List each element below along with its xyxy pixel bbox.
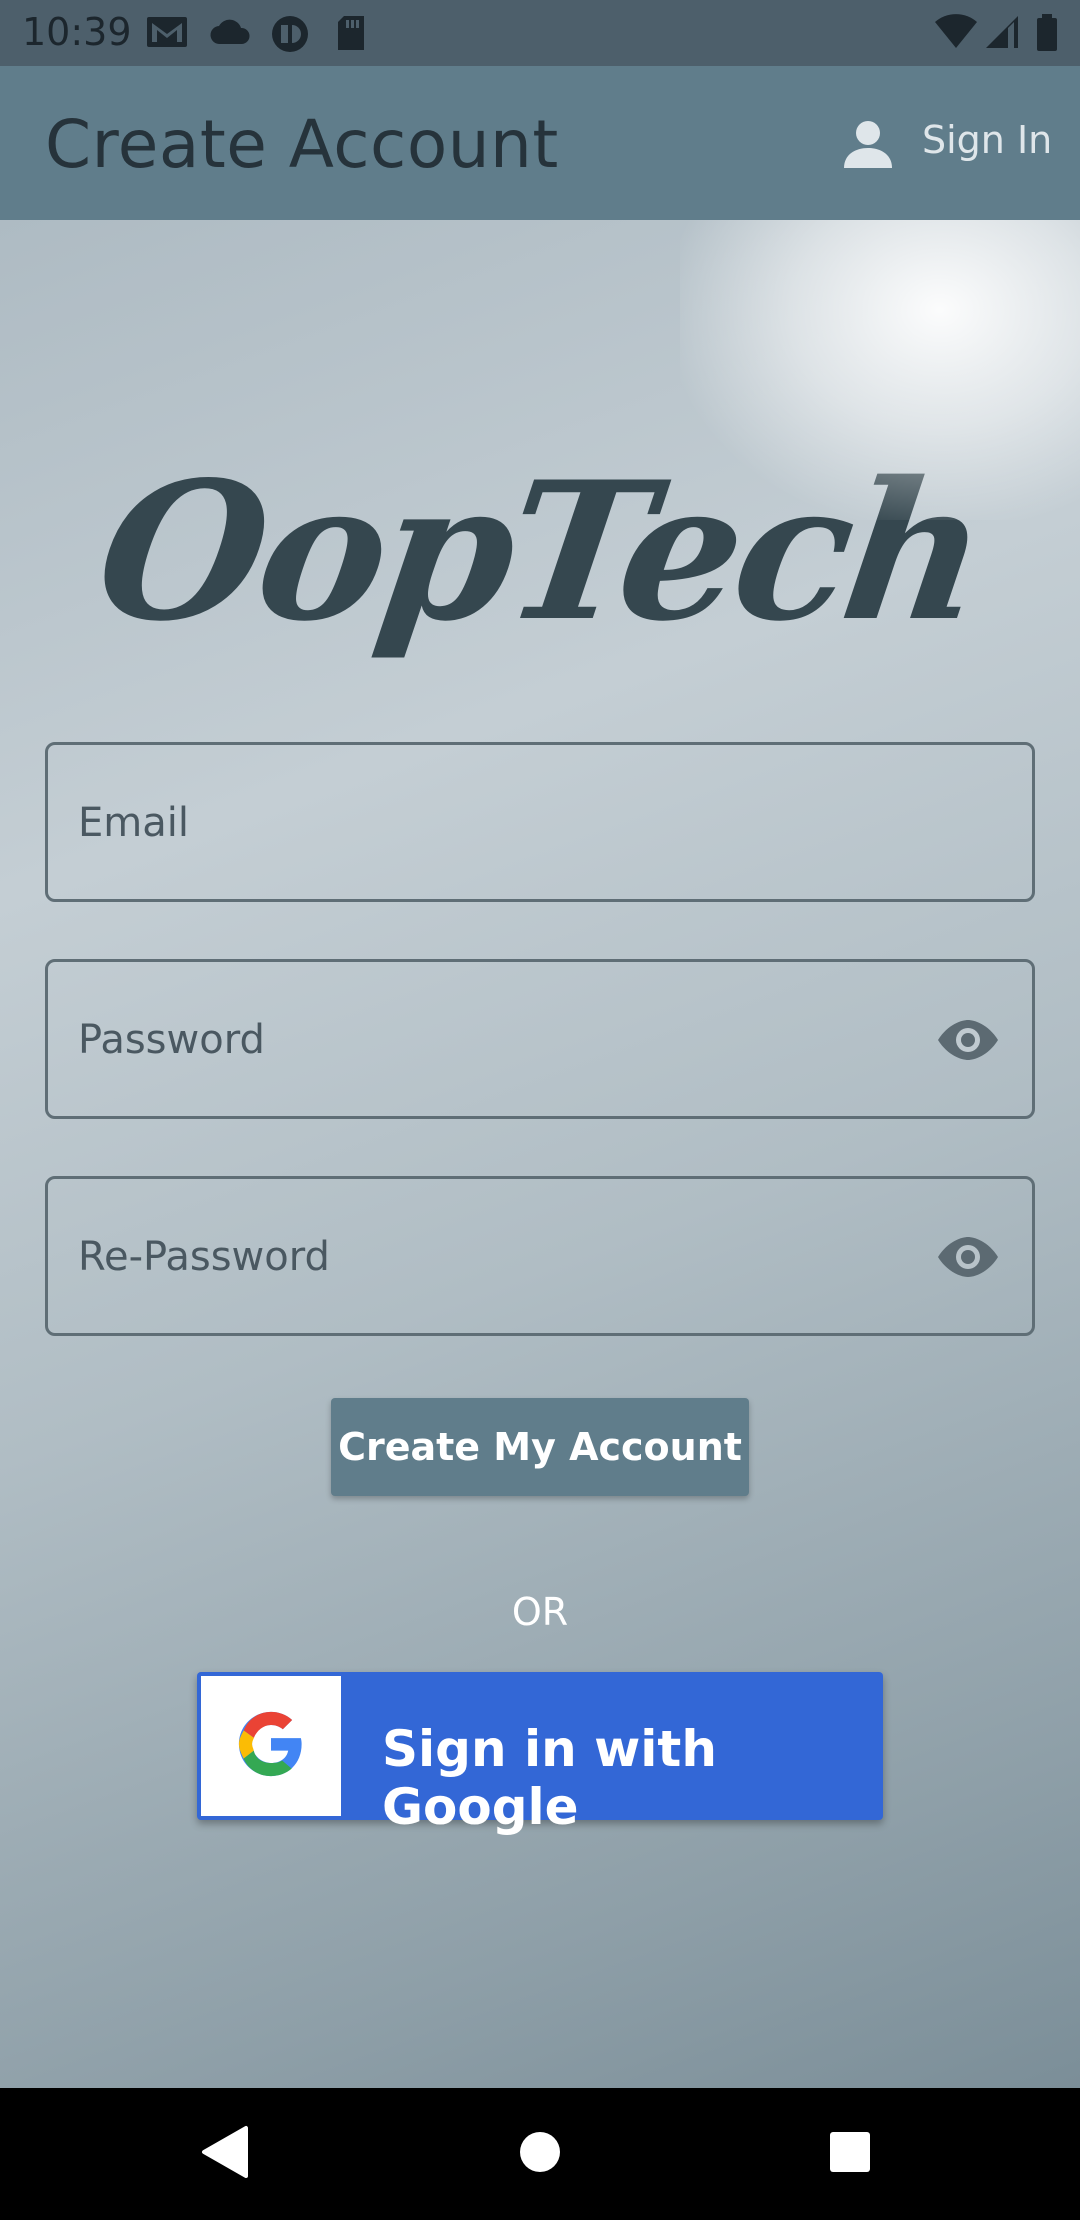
repassword-field[interactable]: Re-Password <box>45 1176 1035 1336</box>
google-sign-in-label: Sign in with Google <box>382 1720 717 1836</box>
page-title: Create Account <box>45 106 559 183</box>
wifi-icon <box>934 14 978 55</box>
email-field[interactable]: Email <box>45 742 1035 902</box>
app-logo: OopTech <box>85 440 995 663</box>
eye-icon[interactable] <box>936 1235 1000 1284</box>
eye-icon[interactable] <box>936 1018 1000 1067</box>
cloud-icon <box>208 14 252 55</box>
back-icon[interactable] <box>200 2124 250 2185</box>
status-time: 10:39 <box>22 10 132 54</box>
password-placeholder: Password <box>78 1017 265 1063</box>
system-nav-bar <box>0 2088 1080 2220</box>
signal-icon <box>984 14 1020 55</box>
app-bar: Create Account Sign In <box>0 66 1080 220</box>
sign-in-label: Sign In <box>922 118 1053 162</box>
recents-icon[interactable] <box>828 2124 872 2185</box>
create-account-label: Create My Account <box>338 1425 742 1469</box>
google-sign-in-button[interactable]: Sign in with Google <box>197 1672 883 1836</box>
repassword-placeholder: Re-Password <box>78 1234 330 1280</box>
gmail-icon <box>146 14 188 55</box>
email-placeholder: Email <box>78 800 189 846</box>
app-icon <box>270 14 310 59</box>
or-divider: OR <box>511 1590 569 1634</box>
sign-in-button[interactable]: Sign In <box>840 66 1080 220</box>
sd-card-icon <box>336 14 366 57</box>
main-content: OopTech Email Password Re-Password Creat… <box>0 220 1080 2088</box>
create-account-button[interactable]: Create My Account <box>331 1398 749 1496</box>
battery-icon <box>1036 14 1058 57</box>
status-bar: 10:39 <box>0 0 1080 66</box>
password-field[interactable]: Password <box>45 959 1035 1119</box>
google-g-icon <box>236 1709 306 1784</box>
home-icon[interactable] <box>518 2124 562 2185</box>
google-logo-badge <box>201 1676 341 1816</box>
